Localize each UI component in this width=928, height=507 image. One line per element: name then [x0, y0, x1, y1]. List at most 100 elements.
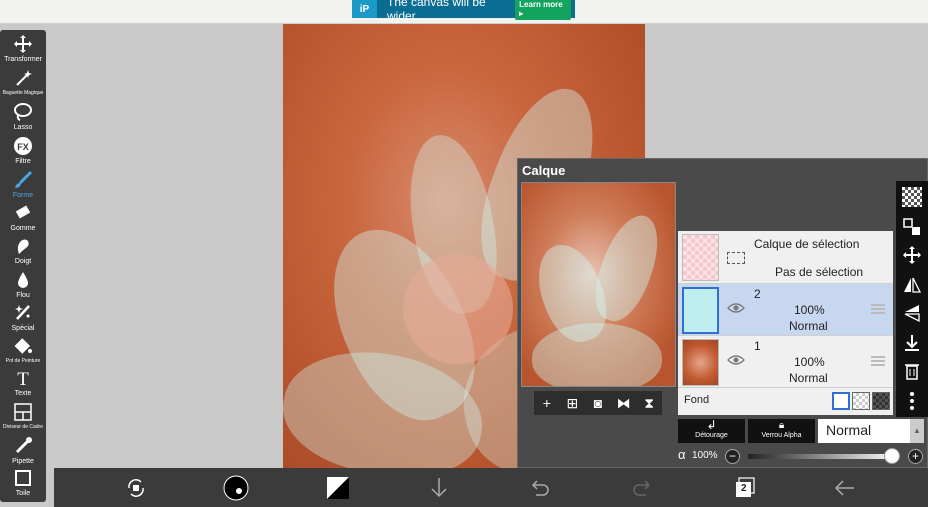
- tool-label: Texte: [14, 390, 32, 397]
- canvas-icon: [15, 470, 31, 486]
- tool-lasso[interactable]: Lasso: [0, 102, 46, 132]
- tool-special[interactable]: Spécial: [0, 303, 46, 333]
- eraser-icon: [15, 205, 31, 219]
- camera-icon[interactable]: ◙: [589, 395, 607, 411]
- clipping-button[interactable]: ↲ Détourage: [678, 419, 745, 443]
- tool-canvas[interactable]: Toile: [0, 468, 46, 498]
- tool-eyedropper[interactable]: Pipette: [0, 436, 46, 466]
- tool-label: Gomme: [10, 225, 36, 232]
- layer-name: 2: [754, 287, 761, 301]
- undo-icon[interactable]: [528, 476, 552, 500]
- text-icon: T: [17, 369, 29, 388]
- move-layer-icon[interactable]: [902, 245, 922, 265]
- add-layer-copy-icon[interactable]: ⊞: [563, 395, 581, 412]
- brush-size-icon[interactable]: [223, 475, 249, 501]
- redo-icon[interactable]: [630, 476, 654, 500]
- layer-thumbnail: [682, 339, 719, 386]
- blur-drop-icon: [18, 272, 28, 288]
- ad-banner[interactable]: iP The canvas will be wider. Learn more …: [352, 0, 575, 23]
- visibility-eye-icon[interactable]: [727, 354, 745, 366]
- layer-row-1[interactable]: 1 100% Normal: [678, 336, 893, 388]
- frame-divider-icon: [14, 403, 32, 421]
- flower-center: [403, 254, 513, 364]
- opacity-slider-knob[interactable]: [884, 448, 900, 464]
- brush-icon: [15, 170, 33, 188]
- background-white-swatch[interactable]: [832, 392, 850, 410]
- layer-blend-mode: Normal: [789, 371, 828, 385]
- alpha-lock-label: Verrou Alpha: [761, 432, 802, 439]
- background-label: Fond: [684, 394, 710, 406]
- layer-name: 1: [754, 339, 761, 353]
- bottom-toolbar: 2: [54, 468, 928, 507]
- checker-icon[interactable]: [902, 187, 922, 207]
- layer-select-icon[interactable]: [902, 217, 922, 237]
- blend-mode-dropdown-icon[interactable]: ▲: [910, 419, 924, 443]
- flip-layer-horizontal-icon[interactable]: [902, 275, 922, 295]
- top-bar: iP The canvas will be wider. Learn more …: [0, 0, 928, 24]
- back-arrow-icon[interactable]: [833, 476, 857, 500]
- tool-label: Pipette: [12, 458, 34, 465]
- selection-layer-status: Pas de sélection: [775, 265, 864, 279]
- rotate-canvas-icon[interactable]: [124, 476, 148, 500]
- smudge-finger-icon: [17, 239, 29, 254]
- magic-wand-icon: [16, 70, 32, 86]
- clipping-arrow-icon: ↲: [706, 418, 717, 432]
- preview-petal: [532, 323, 662, 386]
- layer-blend-mode: Normal: [789, 319, 828, 333]
- ad-learn-more-button[interactable]: Learn more ▸: [515, 0, 572, 20]
- selection-layer-title: Calque de sélection: [754, 237, 860, 251]
- svg-text:FX: FX: [17, 142, 29, 152]
- flip-layer-vertical-icon[interactable]: [902, 303, 922, 323]
- layer-count: 2: [741, 483, 747, 494]
- layer-row-2[interactable]: 2 100% Normal: [678, 284, 893, 336]
- tool-magic-wand[interactable]: Baguette Magique: [0, 68, 46, 98]
- tool-label: Baguette Magique: [2, 90, 44, 96]
- flip-vertical-icon[interactable]: ⧗: [640, 395, 658, 412]
- arrow-down-icon[interactable]: [427, 476, 451, 500]
- tool-filter[interactable]: FX Filtre: [0, 136, 46, 166]
- layer-opacity: 100%: [794, 303, 825, 317]
- more-options-icon[interactable]: [902, 391, 922, 411]
- selection-layer-thumbnail: [682, 234, 719, 281]
- tool-text[interactable]: T Texte: [0, 368, 46, 398]
- add-layer-icon[interactable]: +: [538, 395, 556, 411]
- tool-blur[interactable]: Flou: [0, 270, 46, 300]
- flip-horizontal-icon[interactable]: ⧓: [615, 395, 633, 412]
- opacity-value: 100%: [692, 450, 718, 461]
- visibility-eye-icon[interactable]: [727, 302, 745, 314]
- tool-label: Flou: [16, 292, 30, 299]
- drag-handle-icon[interactable]: [871, 304, 885, 314]
- selection-marquee-icon: [727, 252, 745, 264]
- tool-transformer[interactable]: Transformer: [0, 34, 46, 64]
- selection-layer-row[interactable]: Calque de sélection Pas de sélection: [678, 231, 893, 284]
- layer-thumbnail: [682, 287, 719, 334]
- opacity-decrease-button[interactable]: −: [725, 449, 740, 464]
- drag-handle-icon[interactable]: [871, 356, 885, 366]
- alpha-symbol: α: [678, 447, 686, 462]
- background-dark-swatch[interactable]: [872, 392, 890, 410]
- layers-button[interactable]: 2: [733, 476, 757, 500]
- tool-eraser[interactable]: Gomme: [0, 203, 46, 233]
- blend-mode-select[interactable]: Normal: [818, 419, 910, 443]
- tool-frame-divider[interactable]: Diviseur de Cadre: [0, 402, 46, 432]
- tool-brush[interactable]: Forme: [0, 170, 46, 200]
- trash-icon[interactable]: [902, 361, 922, 381]
- opacity-slider[interactable]: [748, 454, 898, 459]
- opacity-increase-button[interactable]: +: [908, 449, 923, 464]
- tool-label: Pot de Peinture: [5, 358, 41, 364]
- background-transparent-swatch[interactable]: [852, 392, 870, 410]
- tool-label: Doigt: [14, 258, 32, 265]
- tool-label: Filtre: [15, 158, 31, 165]
- ad-text: The canvas will be wider.: [386, 0, 486, 23]
- tool-paint-bucket[interactable]: Pot de Peinture: [0, 336, 46, 366]
- lock-icon: 🔒︎: [778, 420, 785, 431]
- color-swatch-icon[interactable]: [326, 476, 350, 500]
- tool-label: Toile: [15, 490, 31, 497]
- paint-bucket-icon: [14, 338, 32, 354]
- svg-text:T: T: [17, 369, 29, 388]
- merge-down-icon[interactable]: [902, 333, 922, 353]
- ad-logo: iP: [352, 0, 377, 18]
- opacity-row: α 100% − +: [678, 447, 928, 467]
- tool-smudge[interactable]: Doigt: [0, 236, 46, 266]
- alpha-lock-button[interactable]: 🔒︎ Verrou Alpha: [748, 419, 815, 443]
